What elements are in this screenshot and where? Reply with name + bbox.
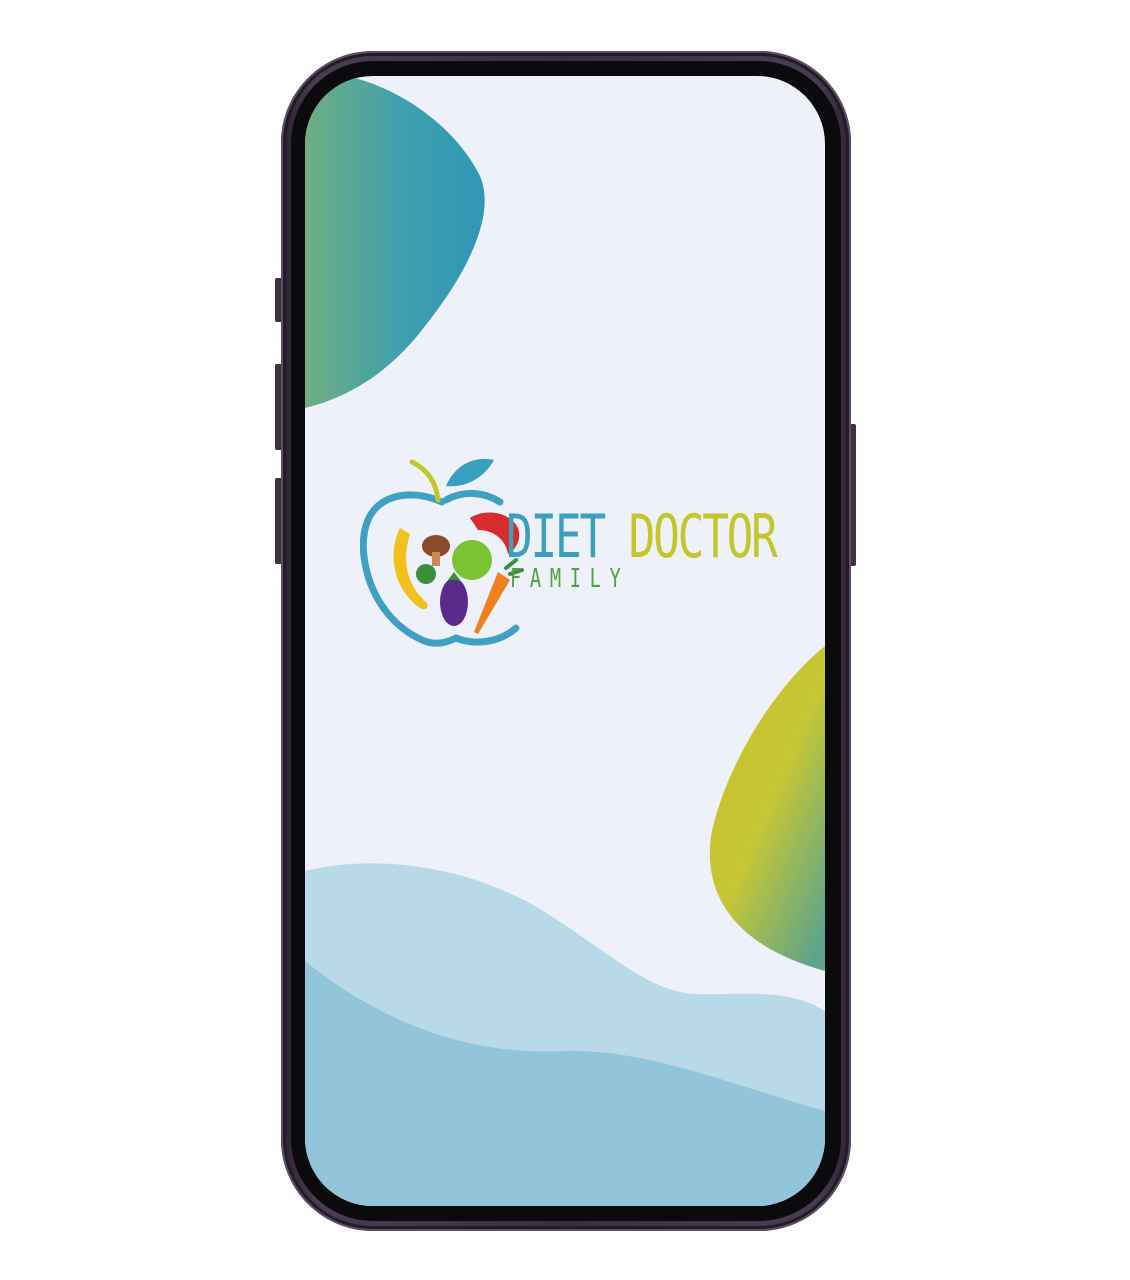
right-blob xyxy=(709,646,825,971)
brand-title-word-doctor: DOCTOR xyxy=(628,502,778,572)
brand-title-space xyxy=(604,502,629,572)
app-logo: DIET DOCTOR FAMILY xyxy=(360,456,780,656)
brand-title: DIET DOCTOR xyxy=(506,502,778,572)
device-mockup: DIET DOCTOR FAMILY xyxy=(0,0,1130,1280)
brand-title-word-diet: DIET xyxy=(506,502,606,572)
brand-subtitle: FAMILY xyxy=(510,564,630,594)
apple-vegetables-icon xyxy=(360,458,524,647)
top-left-blob xyxy=(305,76,485,408)
splash-screen[interactable]: DIET DOCTOR FAMILY xyxy=(305,76,825,1206)
